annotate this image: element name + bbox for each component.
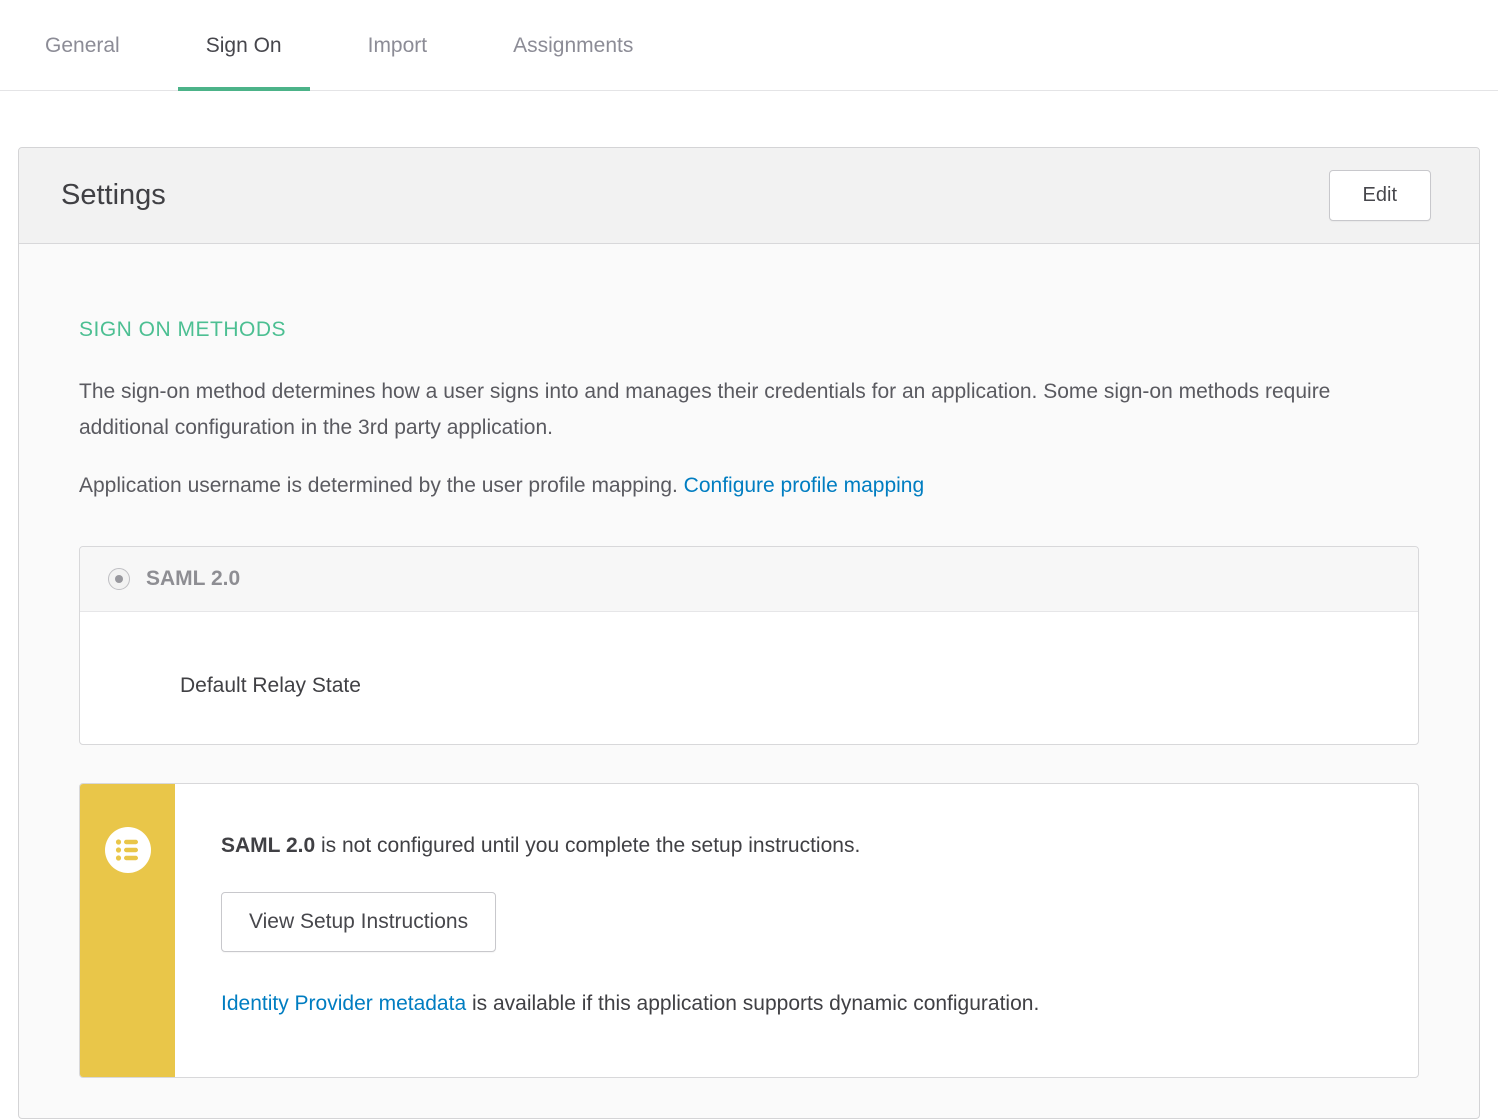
setup-warning-box: SAML 2.0 is not configured until you com… xyxy=(79,783,1419,1078)
tab-sign-on[interactable]: Sign On xyxy=(178,0,310,91)
not-configured-message: SAML 2.0 is not configured until you com… xyxy=(221,834,1378,858)
application-username-text: Application username is determined by th… xyxy=(79,474,684,497)
default-relay-state-label: Default Relay State xyxy=(180,674,1390,698)
tab-general[interactable]: General xyxy=(17,0,148,91)
identity-provider-metadata-link[interactable]: Identity Provider metadata xyxy=(221,992,466,1015)
saml-method-body: Default Relay State xyxy=(80,612,1418,744)
settings-panel-header: Settings Edit xyxy=(19,148,1479,244)
configure-profile-mapping-link[interactable]: Configure profile mapping xyxy=(684,474,924,497)
view-setup-instructions-button[interactable]: View Setup Instructions xyxy=(221,892,496,952)
saml-method-box: SAML 2.0 Default Relay State xyxy=(79,546,1419,745)
panel-title: Settings xyxy=(61,179,166,212)
saml-method-header: SAML 2.0 xyxy=(80,547,1418,612)
sign-on-methods-description: The sign-on method determines how a user… xyxy=(79,374,1399,446)
edit-button[interactable]: Edit xyxy=(1329,170,1431,221)
application-username-paragraph: Application username is determined by th… xyxy=(79,468,1399,504)
warning-strip xyxy=(80,784,175,1077)
identity-provider-metadata-paragraph: Identity Provider metadata is available … xyxy=(221,992,1378,1016)
settings-panel: Settings Edit SIGN ON METHODS The sign-o… xyxy=(18,147,1480,1119)
radio-selected-icon xyxy=(115,575,123,583)
settings-panel-body: SIGN ON METHODS The sign-on method deter… xyxy=(19,244,1479,1118)
tab-assignments[interactable]: Assignments xyxy=(485,0,661,91)
identity-provider-metadata-text: is available if this application support… xyxy=(466,992,1039,1015)
setup-instructions-list-icon xyxy=(105,827,151,873)
not-configured-message-text: is not configured until you complete the… xyxy=(315,834,860,857)
tab-import[interactable]: Import xyxy=(340,0,456,91)
warning-content: SAML 2.0 is not configured until you com… xyxy=(175,784,1418,1077)
tab-bar: General Sign On Import Assignments xyxy=(0,0,1498,91)
not-configured-message-app: SAML 2.0 xyxy=(221,834,315,857)
sign-on-methods-heading: SIGN ON METHODS xyxy=(79,318,1419,342)
saml-method-label: SAML 2.0 xyxy=(146,567,240,591)
saml-radio-button[interactable] xyxy=(108,568,130,590)
